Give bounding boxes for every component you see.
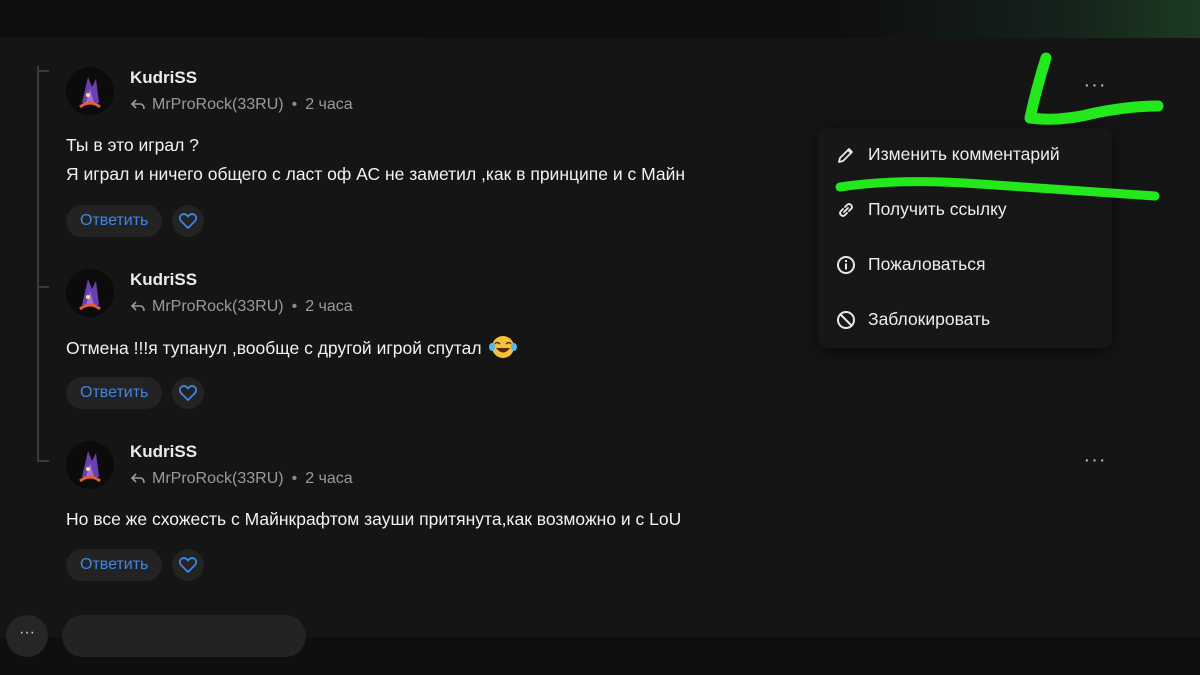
menu-item-label: Заблокировать [868, 309, 991, 329]
pencil-icon [838, 147, 853, 163]
comment-author[interactable]: KudriSS [130, 68, 197, 88]
meta-separator: • [291, 298, 298, 315]
comment-time: 2 часа [305, 298, 353, 315]
comment-actions: Ответить [66, 549, 205, 581]
reply-to-user[interactable]: MrProRock(33RU) [152, 470, 284, 488]
thread-branch [37, 460, 49, 462]
comment-context-menu: Изменить комментарий Получить ссылку Пож… [818, 128, 1112, 348]
meta-separator: • [291, 470, 298, 487]
bottom-more-button[interactable]: ··· [6, 615, 48, 657]
reply-button[interactable]: Ответить [66, 205, 163, 237]
meta-separator: • [291, 96, 298, 113]
comment-meta: MrProRock(33RU) • 2 часа [130, 470, 353, 488]
reply-arrow-icon [130, 99, 145, 110]
avatar[interactable] [66, 441, 114, 489]
heart-icon [179, 213, 198, 229]
reply-to-user[interactable]: MrProRock(33RU) [152, 298, 284, 316]
menu-item-report[interactable]: Пожаловаться [836, 254, 986, 275]
reply-button[interactable]: Ответить [66, 377, 163, 409]
laughing-emoji-icon [488, 336, 517, 358]
comment-time: 2 часа [305, 470, 353, 487]
menu-item-label: Получить ссылку [868, 199, 1007, 219]
like-button[interactable] [172, 549, 205, 581]
link-icon [839, 202, 853, 217]
menu-item-get-link[interactable]: Получить ссылку [836, 199, 1007, 220]
like-button[interactable] [172, 205, 205, 237]
menu-item-block[interactable]: Заблокировать [836, 309, 990, 330]
menu-item-label: Изменить комментарий [868, 144, 1060, 164]
block-icon [837, 310, 855, 329]
comment-input[interactable] [62, 615, 306, 657]
heart-icon [179, 557, 198, 573]
comment-meta: MrProRock(33RU) • 2 часа [130, 298, 353, 316]
reply-button[interactable]: Ответить [66, 549, 163, 581]
top-bar [0, 0, 1200, 38]
more-options-button[interactable]: ··· [1080, 450, 1110, 475]
heart-icon [179, 385, 198, 401]
menu-item-edit-comment[interactable]: Изменить комментарий [836, 144, 1060, 165]
comment-meta: MrProRock(33RU) • 2 часа [130, 96, 353, 114]
menu-item-label: Пожаловаться [868, 254, 986, 274]
reply-arrow-icon [130, 301, 145, 312]
comment-time: 2 часа [305, 96, 353, 113]
like-button[interactable] [172, 377, 205, 409]
comment-text: Отмена !!!я тупанул ,вообще с другой игр… [66, 338, 482, 358]
comment-author[interactable]: KudriSS [130, 442, 197, 462]
reply-arrow-icon [130, 473, 145, 484]
reply-to-user[interactable]: MrProRock(33RU) [152, 96, 284, 114]
info-icon [837, 255, 855, 274]
avatar[interactable] [66, 67, 114, 115]
comment-author[interactable]: KudriSS [130, 270, 197, 290]
comment-actions: Ответить [66, 205, 205, 237]
thread-branch [37, 70, 49, 72]
comment-text-line: Отмена !!!я тупанул ,вообще с другой игр… [66, 335, 518, 361]
comment-text-line: Ты в это играл ? [66, 135, 199, 155]
avatar[interactable] [66, 269, 114, 317]
thread-branch [37, 286, 49, 288]
comment-text-line: Я играл и ничего общего с ласт оф АС не … [66, 164, 686, 184]
comment-actions: Ответить [66, 377, 205, 409]
comment-text-line: Но все же схожесть с Майнкрафтом зауши п… [66, 509, 682, 529]
thread-line [37, 66, 39, 462]
more-options-button[interactable]: ··· [1080, 75, 1110, 100]
